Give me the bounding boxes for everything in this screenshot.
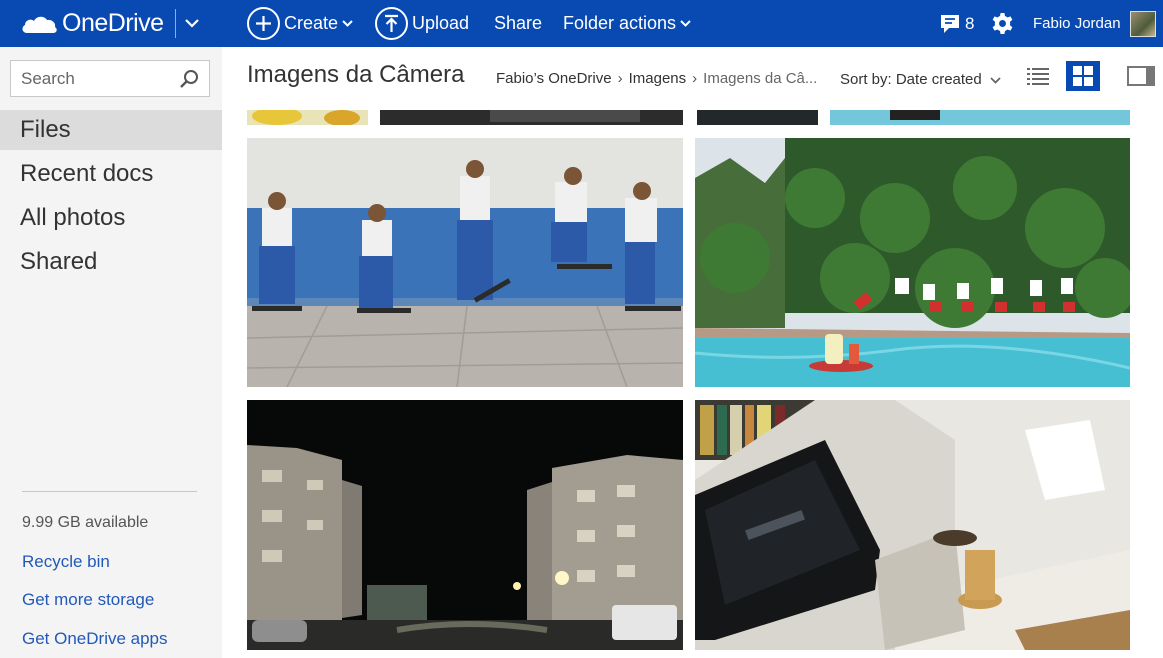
sidebar-item-files[interactable]: Files: [0, 110, 222, 150]
get-onedrive-apps-link[interactable]: Get OneDrive apps: [22, 629, 168, 649]
breadcrumb: Fabio’s OneDrive › Imagens › Imagens da …: [496, 70, 817, 87]
sidebar-item-label: All photos: [20, 204, 126, 231]
share-button[interactable]: Share: [494, 0, 542, 47]
avatar[interactable]: [1130, 11, 1156, 37]
top-bar: OneDrive Create Upload Share Folder acti…: [0, 0, 1163, 47]
list-view-icon: [1027, 68, 1049, 85]
gear-icon: [992, 12, 1013, 35]
photo-thumbnail[interactable]: [380, 110, 683, 125]
chevron-down-icon: [184, 19, 199, 28]
create-button[interactable]: Create: [247, 0, 353, 47]
breadcrumb-separator-icon: ›: [617, 70, 623, 87]
storage-available: 9.99 GB available: [22, 514, 149, 531]
user-name[interactable]: Fabio Jordan: [1033, 0, 1121, 47]
create-label: Create: [284, 13, 339, 33]
page-title: Imagens da Câmera: [247, 61, 465, 88]
chevron-down-icon: [342, 20, 353, 27]
app-switcher-button[interactable]: [175, 9, 207, 38]
sidebar-item-label: Files: [20, 116, 71, 143]
details-pane-button[interactable]: [1124, 61, 1158, 91]
upload-label: Upload: [412, 13, 470, 33]
upload-arrow-icon: [375, 7, 408, 40]
thumbnail-view-icon: [1073, 66, 1093, 86]
details-pane-icon: [1127, 66, 1155, 86]
get-more-storage-link[interactable]: Get more storage: [22, 590, 154, 610]
upload-button[interactable]: Upload: [375, 0, 469, 47]
breadcrumb-current: Imagens da Câ...: [703, 70, 818, 87]
list-view-button[interactable]: [1021, 61, 1055, 91]
photo-thumbnail[interactable]: [247, 110, 368, 125]
folder-actions-button[interactable]: Folder actions: [563, 0, 691, 47]
folder-actions-label: Folder actions: [563, 13, 677, 33]
thumbnail-view-button[interactable]: [1066, 61, 1100, 91]
breadcrumb-item[interactable]: Imagens: [629, 70, 687, 87]
chevron-down-icon: [990, 77, 1001, 84]
sidebar-item-all-photos[interactable]: All photos: [0, 198, 222, 238]
search-icon[interactable]: [179, 69, 199, 89]
sidebar-item-shared[interactable]: Shared: [0, 242, 222, 282]
plus-icon: [247, 7, 280, 40]
sort-label: Sort by: Date created: [840, 71, 982, 88]
recycle-bin-link[interactable]: Recycle bin: [22, 552, 110, 572]
sidebar-item-label: Recent docs: [20, 160, 154, 187]
breadcrumb-separator-icon: ›: [692, 70, 698, 87]
share-label: Share: [494, 13, 543, 33]
photo-skateboard-sequence[interactable]: [247, 138, 683, 387]
photo-thumbnail[interactable]: [697, 110, 818, 125]
sidebar-item-recent-docs[interactable]: Recent docs: [0, 154, 222, 194]
sidebar-item-label: Shared: [20, 248, 98, 275]
photo-thumbnail[interactable]: [830, 110, 1130, 125]
onedrive-cloud-icon: [22, 16, 57, 33]
left-navigation: Files Recent docs All photos Shared 9.99…: [0, 47, 222, 658]
photo-living-room-tv[interactable]: [695, 400, 1130, 650]
breadcrumb-item[interactable]: Fabio’s OneDrive: [496, 70, 612, 87]
search-box: [10, 60, 210, 97]
settings-button[interactable]: [991, 0, 1014, 47]
photo-pool-dive-sequence[interactable]: [695, 138, 1130, 387]
chevron-down-icon: [680, 20, 691, 27]
search-input[interactable]: [11, 61, 171, 96]
photo-night-buildings[interactable]: [247, 400, 683, 650]
onedrive-logo[interactable]: OneDrive: [0, 0, 175, 47]
notifications-button[interactable]: 8: [940, 0, 974, 47]
notification-count: 8: [965, 13, 975, 33]
divider: [22, 491, 197, 492]
app-name: OneDrive: [62, 9, 164, 37]
sort-dropdown[interactable]: Sort by: Date created: [840, 71, 1001, 88]
notification-icon: [941, 14, 959, 33]
